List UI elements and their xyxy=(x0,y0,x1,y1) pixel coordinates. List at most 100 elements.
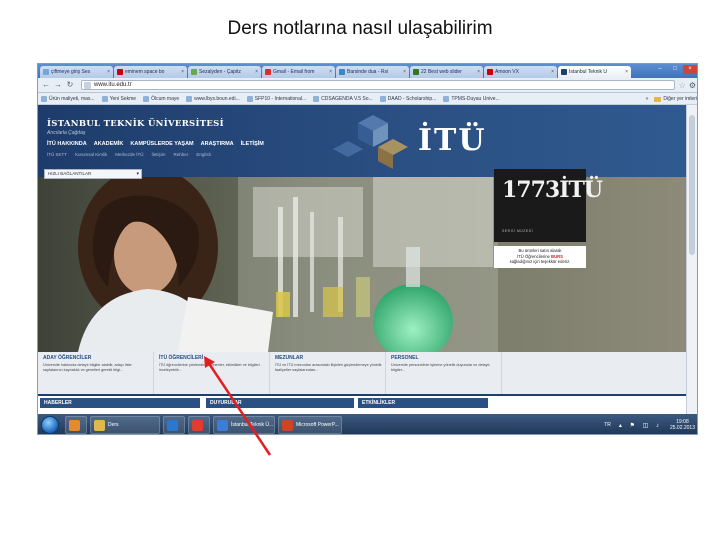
taskbar-label: Ders xyxy=(108,422,119,428)
language-indicator[interactable]: TR xyxy=(604,422,611,428)
bookmark-icon xyxy=(186,95,193,102)
promo-poster[interactable]: 1773İTÜ SERGİ MÜZESİ xyxy=(494,169,603,242)
bookmark-icon xyxy=(246,95,253,102)
taskbar-item[interactable]: Microsoft PowerP... xyxy=(278,416,342,434)
reload-icon[interactable]: ↻ xyxy=(65,80,75,90)
card-title: MEZUNLAR xyxy=(275,355,304,361)
close-icon[interactable]: × xyxy=(107,69,110,75)
browser-tab[interactable]: Gmail - Email from × xyxy=(262,66,335,78)
clock-date: 25.02.2013 xyxy=(669,425,695,431)
nav-item[interactable]: İLETİŞİM xyxy=(241,141,264,147)
nav-item[interactable]: İTÜ HAKKINDA xyxy=(47,141,87,147)
browser-tab[interactable]: Amoon VX × xyxy=(484,66,557,78)
minimize-icon[interactable]: – xyxy=(653,65,667,74)
close-icon[interactable]: × xyxy=(625,69,628,75)
subnav-item[interactable]: Rehber xyxy=(174,152,189,157)
close-icon[interactable]: × xyxy=(255,69,258,75)
taskbar-item[interactable] xyxy=(163,416,185,434)
main-nav: İTÜ HAKKINDA AKADEMİK KAMPÜSLERDE YAŞAM … xyxy=(47,141,271,147)
bookmark-item[interactable]: Yeni Sekme xyxy=(101,95,136,102)
media-player-icon xyxy=(69,419,80,431)
tab-favicon xyxy=(117,69,123,75)
subnav-item[interactable]: İTÜ SKTT xyxy=(47,152,67,157)
card-text: İTÜ öğrencilerine yönlendirilen öneriler… xyxy=(159,363,260,372)
slide-title: Ders notlarına nasıl ulaşabilirim xyxy=(227,18,493,39)
browser-tab-active[interactable]: İstanbul Teknik Ü × xyxy=(558,66,631,78)
powerpoint-icon xyxy=(282,419,293,431)
bookmark-item[interactable]: DAAD - Scholarship... xyxy=(379,95,436,102)
taskbar-item[interactable] xyxy=(65,416,87,434)
clock[interactable]: 19:08 25.02.2013 xyxy=(670,419,695,431)
section-news[interactable]: HABERLER xyxy=(40,398,200,408)
tab-label: Amoon VX xyxy=(495,69,519,75)
browser-tab[interactable]: Barsinde dua - Rsi × xyxy=(336,66,409,78)
slide: Ders notlarına nasıl ulaşabilirim çiftme… xyxy=(0,0,720,540)
card-students[interactable]: İTÜ ÖĞRENCİLERİ İTÜ öğrencilerine yönlen… xyxy=(156,352,270,394)
taskbar-item[interactable] xyxy=(188,416,210,434)
subnav-item[interactable]: Kurumsal Kimlik xyxy=(75,152,107,157)
card-prospective[interactable]: ADAY ÖĞRENCİLER Üniversite hakkında deta… xyxy=(40,352,154,394)
card-staff[interactable]: PERSONEL Üniversite personelinin işlerin… xyxy=(388,352,502,394)
poster-title: 1773İTÜ xyxy=(502,177,603,203)
scrollbar[interactable] xyxy=(686,105,697,414)
nav-item[interactable]: AKADEMİK xyxy=(94,141,124,147)
scrollbar-thumb[interactable] xyxy=(689,115,695,255)
bookmark-item[interactable]: Ölcum maye xyxy=(143,95,179,102)
bookmarks-bar: Ürün maliyeti, mas... Yeni Sekme Ölcum m… xyxy=(38,93,697,105)
close-icon[interactable]: × xyxy=(329,69,332,75)
nav-item[interactable]: KAMPÜSLERDE YAŞAM xyxy=(130,141,193,147)
wrench-icon[interactable]: ⚙ xyxy=(689,81,696,90)
quicklinks-dropdown[interactable]: HIZLI BAĞLANTILAR ▾ xyxy=(44,169,142,179)
university-name[interactable]: İSTANBUL TEKNİK ÜNİVERSİTESİ xyxy=(47,119,224,129)
section-announcements[interactable]: DUYURULAR xyxy=(206,398,354,408)
lab-photo xyxy=(38,177,688,352)
start-button[interactable] xyxy=(41,416,59,434)
tab-label: Gmail - Email from xyxy=(273,69,315,75)
folder-icon xyxy=(94,419,105,431)
bookmark-star-icon[interactable]: ☆ xyxy=(679,81,686,90)
tab-favicon xyxy=(43,69,49,75)
tray-icons[interactable]: ▴ ⚑ ◫ ♪ xyxy=(619,422,662,429)
browser-tab[interactable]: eminem space bo × xyxy=(114,66,187,78)
close-icon[interactable]: × xyxy=(181,69,184,75)
taskbar-item[interactable]: İstanbul Teknik Ü... xyxy=(213,416,275,434)
close-icon[interactable]: × xyxy=(403,69,406,75)
bookmark-item[interactable]: CDSAGENDA V.5 So... xyxy=(313,95,373,102)
taskbar-label: İstanbul Teknik Ü... xyxy=(231,422,274,428)
browser-tab[interactable]: Sezalyden - Çapitz × xyxy=(188,66,261,78)
maximize-icon[interactable]: □ xyxy=(668,65,682,74)
browser-tab[interactable]: 22 Best web slider × xyxy=(410,66,483,78)
forward-icon[interactable]: → xyxy=(53,80,63,90)
card-title: PERSONEL xyxy=(391,355,419,361)
close-icon[interactable]: × xyxy=(477,69,480,75)
subnav-item[interactable]: İletişim xyxy=(152,152,166,157)
university-subtitle: Arıcılarla Çağdaş xyxy=(47,130,86,136)
quicklinks-label: HIZLI BAĞLANTILAR xyxy=(48,171,92,176)
poster-caption: SERGİ MÜZESİ xyxy=(502,229,534,233)
section-events[interactable]: ETKİNLİKLER xyxy=(358,398,488,408)
subnav-item[interactable]: English xyxy=(196,152,211,157)
nav-item[interactable]: ARAŞTIRMA xyxy=(201,141,234,147)
chevron-right-icon[interactable]: » xyxy=(646,96,649,102)
other-bookmarks[interactable]: » Diğer yer imleri xyxy=(646,93,697,104)
back-icon[interactable]: ← xyxy=(41,80,51,90)
card-text: Üniversite hakkında detaylı bilgiler ala… xyxy=(43,363,132,372)
tab-label: eminem space bo xyxy=(125,69,165,75)
card-alumni[interactable]: MEZUNLAR İTÜ ve İTÜ mezunları arasındaki… xyxy=(272,352,386,394)
close-icon[interactable]: × xyxy=(551,69,554,75)
browser-tab[interactable]: çiftmeye giriş Ses × xyxy=(40,66,113,78)
subnav-item[interactable]: Merkezde İTÜ xyxy=(115,152,143,157)
close-window-icon[interactable]: × xyxy=(683,65,697,74)
taskbar-label: Microsoft PowerP... xyxy=(296,422,339,428)
bookmark-item[interactable]: Ürün maliyeti, mas... xyxy=(41,95,95,102)
bookmark-item[interactable]: www.lbys.boun.edi... xyxy=(186,95,240,102)
bookmark-label: CDSAGENDA V.5 So... xyxy=(321,95,373,102)
itu-logo[interactable]: İTÜ xyxy=(418,123,487,158)
bookmark-item[interactable]: SFP10 - International... xyxy=(246,95,306,102)
bookmark-item[interactable]: TPMS-Duyau Unive... xyxy=(443,95,500,102)
windows-taskbar: Ders İstanbul Teknik Ü... Microsoft Powe… xyxy=(38,414,697,434)
taskbar-item[interactable]: Ders xyxy=(90,416,160,434)
poster-note: Bu ürünleri satın alarak İTÜ Öğrencileri… xyxy=(494,246,586,268)
address-bar[interactable]: www.itu.edu.tr xyxy=(81,80,675,90)
bookmark-label: Ürün maliyeti, mas... xyxy=(49,95,95,102)
